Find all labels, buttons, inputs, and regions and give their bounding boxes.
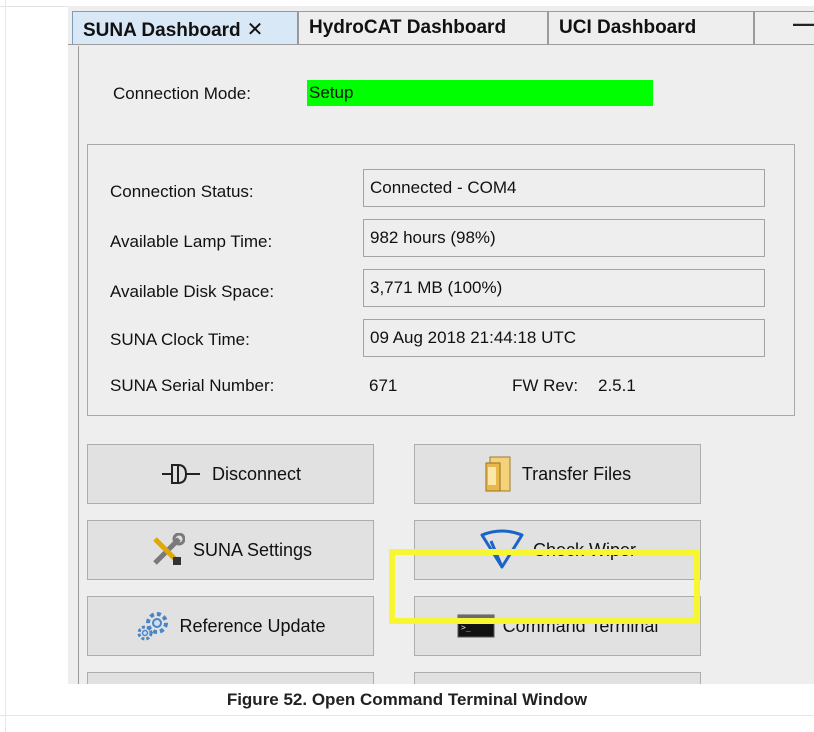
folder-icon xyxy=(484,455,514,493)
connection-status-field: Connected - COM4 xyxy=(363,169,765,207)
tab-label: HydroCAT Dashboard xyxy=(309,17,507,38)
status-group: Connection Status: Connected - COM4 Avai… xyxy=(87,144,795,416)
lamp-time-field: 982 hours (98%) xyxy=(363,219,765,257)
tools-icon xyxy=(149,533,185,567)
close-icon[interactable]: ✕ xyxy=(247,19,264,41)
page-bottom-rule xyxy=(0,715,814,716)
svg-text:>_: >_ xyxy=(461,623,471,632)
disconnect-button[interactable]: Disconnect xyxy=(87,444,374,504)
clock-time-label: SUNA Clock Time: xyxy=(110,330,250,349)
suna-settings-label: SUNA Settings xyxy=(192,539,313,560)
tab-suna-dashboard[interactable]: SUNA Dashboard ✕ xyxy=(72,11,298,44)
tab-label: SUNA Dashboard xyxy=(83,20,241,41)
gears-icon xyxy=(135,609,171,643)
serial-number-value: 671 xyxy=(369,376,398,395)
figure-caption: Figure 52. Open Command Terminal Window xyxy=(226,690,588,709)
transfer-files-button[interactable]: Transfer Files xyxy=(414,444,701,504)
minimize-icon[interactable]: — xyxy=(793,11,814,37)
disconnect-label: Disconnect xyxy=(211,463,302,484)
suna-settings-button[interactable]: SUNA Settings xyxy=(87,520,374,580)
connection-status-label: Connection Status: xyxy=(110,182,254,201)
serial-number-label: SUNA Serial Number: xyxy=(110,376,275,395)
clock-time-field: 09 Aug 2018 21:44:18 UTC xyxy=(363,319,765,357)
reference-update-button[interactable]: Reference Update xyxy=(87,596,374,656)
page-left-rule xyxy=(5,0,6,732)
plug-icon xyxy=(160,461,204,487)
fw-rev-label: FW Rev: xyxy=(512,376,579,395)
tab-label: UCI Dashboard xyxy=(559,17,697,38)
connection-mode-indicator: Setup xyxy=(307,80,653,106)
partial-button-right[interactable] xyxy=(414,672,701,684)
tab-strip: SUNA Dashboard ✕ HydroCAT Dashboard UCI D… xyxy=(68,6,814,45)
disk-space-label: Available Disk Space: xyxy=(110,282,275,301)
command-terminal-highlight xyxy=(389,549,700,624)
tab-hydrocat-dashboard[interactable]: HydroCAT Dashboard xyxy=(298,11,548,44)
fw-rev-value: 2.5.1 xyxy=(598,376,636,395)
reference-update-label: Reference Update xyxy=(179,615,326,636)
disk-space-field: 3,771 MB (100%) xyxy=(363,269,765,307)
lamp-time-label: Available Lamp Time: xyxy=(110,232,273,251)
suna-dashboard-window: SUNA Dashboard ✕ HydroCAT Dashboard UCI D… xyxy=(68,6,814,684)
partial-button-left[interactable] xyxy=(87,672,374,684)
connection-mode-label: Connection Mode: xyxy=(113,84,251,103)
tab-strip-controls: — xyxy=(754,11,814,44)
tab-uci-dashboard[interactable]: UCI Dashboard xyxy=(548,11,754,44)
transfer-files-label: Transfer Files xyxy=(521,463,632,484)
